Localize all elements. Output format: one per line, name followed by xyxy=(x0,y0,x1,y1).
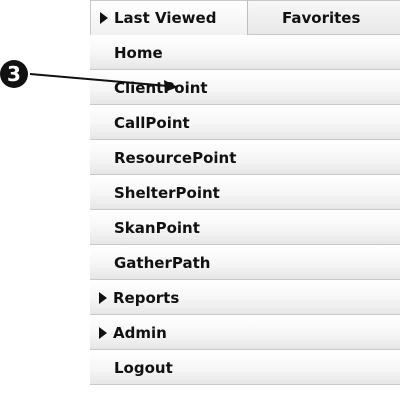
menu-item-home[interactable]: Home xyxy=(90,35,400,70)
navigation-menu: Last Viewed Favorites Home ClientPoint C… xyxy=(90,0,400,394)
menu-item-label: Home xyxy=(114,43,163,62)
menu-item-label: Reports xyxy=(113,288,180,307)
menu-item-label: ResourcePoint xyxy=(114,148,237,167)
caret-right-icon xyxy=(99,326,107,339)
menu-item-label: CallPoint xyxy=(114,113,190,132)
tab-label: Last Viewed xyxy=(114,9,217,27)
menu-item-resourcepoint[interactable]: ResourcePoint xyxy=(90,140,400,175)
menu-item-callpoint[interactable]: CallPoint xyxy=(90,105,400,140)
callout-number: 3 xyxy=(7,62,21,86)
menu-item-label: Admin xyxy=(113,323,167,342)
menu-item-gatherpath[interactable]: GatherPath xyxy=(90,245,400,280)
menu-item-clientpoint[interactable]: ClientPoint xyxy=(90,70,400,105)
caret-right-icon xyxy=(100,12,108,24)
menu-item-label: ClientPoint xyxy=(114,78,208,97)
caret-right-icon xyxy=(99,291,107,304)
menu-item-label: GatherPath xyxy=(114,253,211,272)
tab-bar: Last Viewed Favorites xyxy=(90,0,400,35)
tab-last-viewed[interactable]: Last Viewed xyxy=(90,0,248,35)
menu-item-logout[interactable]: Logout xyxy=(90,350,400,385)
menu-item-shelterpoint[interactable]: ShelterPoint xyxy=(90,175,400,210)
menu-item-reports[interactable]: Reports xyxy=(90,280,400,315)
menu-item-admin[interactable]: Admin xyxy=(90,315,400,350)
menu-item-label: SkanPoint xyxy=(114,218,200,237)
menu-item-label: Logout xyxy=(114,358,173,377)
tab-favorites[interactable]: Favorites xyxy=(248,0,400,35)
callout-marker: 3 xyxy=(0,60,28,88)
tab-label: Favorites xyxy=(282,8,361,27)
menu-item-label: ShelterPoint xyxy=(114,183,220,202)
menu-item-skanpoint[interactable]: SkanPoint xyxy=(90,210,400,245)
